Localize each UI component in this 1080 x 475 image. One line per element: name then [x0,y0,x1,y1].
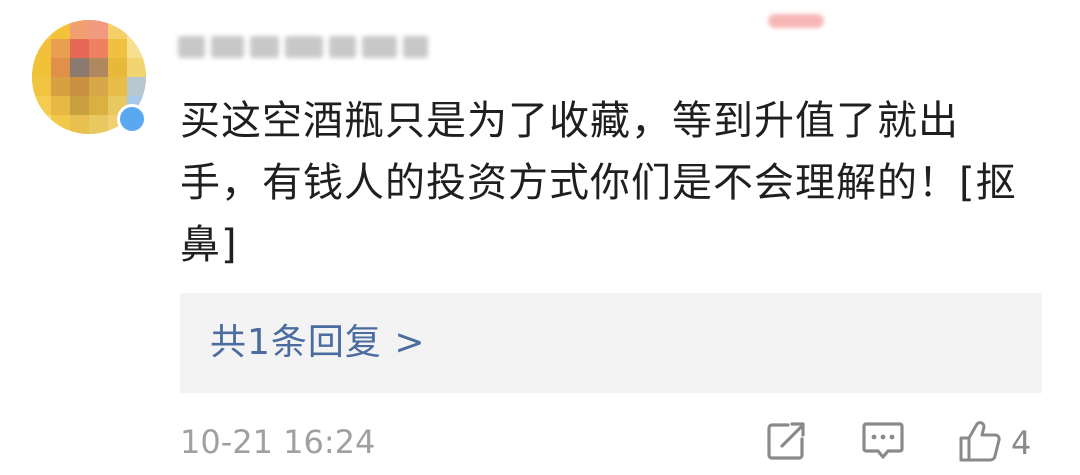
replies-panel[interactable]: 共1条回复 > [180,293,1042,393]
comment-text: 买这空酒瓶只是为了收藏，等到升值了就出手，有钱人的投资方式你们是不会理解的！[抠… [180,98,1017,268]
share-icon [764,419,808,467]
view-replies-link[interactable]: 共1条回复 > [210,293,426,393]
share-button[interactable] [764,420,808,466]
reply-button[interactable] [860,420,906,466]
comment-timestamp: 10-21 16:24 [180,423,376,461]
comment-icon [860,419,906,467]
thumbs-up-icon [957,418,1003,468]
like-button[interactable]: 4 [957,420,1031,466]
like-count: 4 [1011,424,1032,462]
comment-item: 买这空酒瓶只是为了收藏，等到升值了就出手，有钱人的投资方式你们是不会理解的！[抠… [0,0,1080,475]
verified-badge-icon [117,104,147,134]
username-blurred[interactable] [178,30,428,64]
user-level-tag [768,14,824,28]
